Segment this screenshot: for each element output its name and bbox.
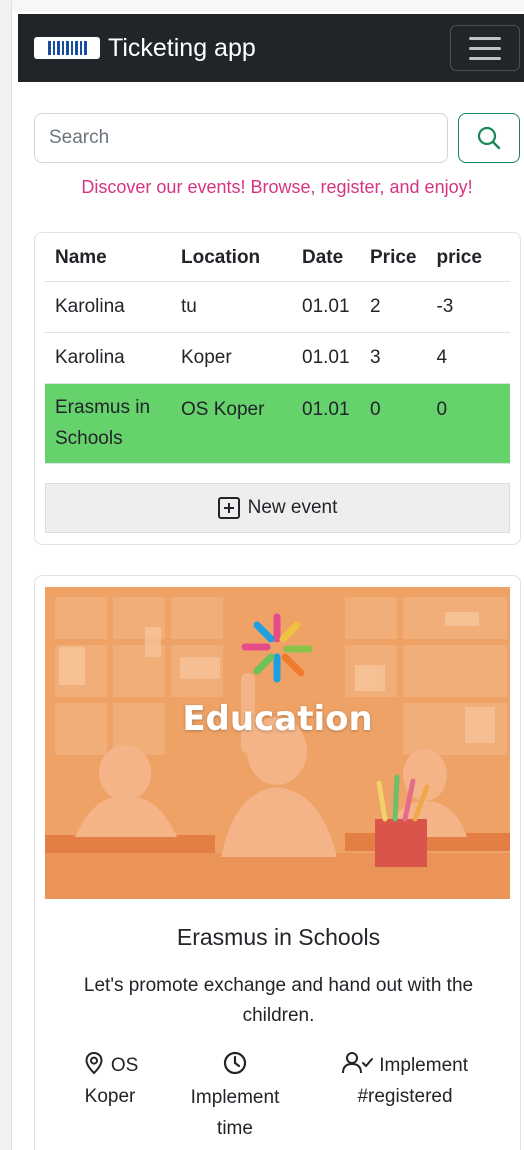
hamburger-icon[interactable] — [450, 25, 520, 71]
cell-location: tu — [171, 281, 292, 333]
cell-location: Koper — [171, 332, 292, 384]
cell-price-2: -3 — [426, 281, 510, 333]
geo-pin-icon — [85, 1051, 103, 1075]
event-image: Education — [45, 587, 510, 899]
table-row[interactable]: Karolina tu 01.01 2 -3 — [45, 281, 510, 333]
new-event-label: New event — [247, 497, 338, 518]
new-event-button[interactable]: New event — [45, 483, 510, 533]
tagline: Discover our events! Browse, register, a… — [81, 177, 473, 197]
column-header-price[interactable]: Price — [360, 235, 427, 282]
cell-location: OS Koper — [171, 383, 292, 464]
search-input[interactable] — [34, 113, 448, 163]
event-title: Erasmus in Schools — [176, 924, 381, 950]
search-icon — [477, 126, 501, 150]
ticket-logo-icon — [34, 37, 100, 59]
event-registered-text: Implement #registered — [357, 1055, 468, 1107]
app-title: Ticketing app — [108, 33, 256, 62]
cell-name: Karolina — [45, 332, 171, 384]
table-row-selected[interactable]: Erasmus in Schools OS Koper 01.01 0 0 — [45, 383, 510, 464]
cell-price: 3 — [360, 332, 427, 384]
event-time-text: Implement time — [190, 1087, 280, 1139]
person-check-icon — [342, 1052, 373, 1074]
page-edge-left — [0, 0, 12, 1150]
cell-price-2: 0 — [426, 383, 510, 464]
brand[interactable]: Ticketing app — [34, 34, 256, 63]
search-button[interactable] — [458, 113, 520, 163]
cell-price-2: 4 — [426, 332, 510, 384]
events-card: Name Location Date Price price Karolina … — [34, 232, 521, 545]
cell-price: 2 — [360, 281, 427, 333]
events-table: Name Location Date Price price Karolina … — [45, 235, 510, 464]
education-illustration — [45, 587, 510, 899]
navbar: Ticketing app — [18, 14, 524, 82]
cell-price: 0 — [360, 383, 427, 464]
table-header-row: Name Location Date Price price — [45, 235, 510, 282]
event-time: Implement time — [173, 1050, 297, 1144]
event-description: Let's promote exchange and hand out with… — [83, 975, 474, 1026]
image-caption: Education — [182, 699, 373, 739]
column-header-name[interactable]: Name — [45, 235, 171, 282]
cell-date: 01.01 — [292, 332, 360, 384]
cell-name: Karolina — [45, 281, 171, 333]
plus-square-icon — [217, 497, 240, 519]
cell-date: 01.01 — [292, 281, 360, 333]
column-header-location[interactable]: Location — [171, 235, 292, 282]
event-card[interactable]: Education Erasmus in Schools Let's promo… — [34, 575, 521, 1150]
table-row[interactable]: Karolina Koper 01.01 3 4 — [45, 332, 510, 384]
event-location: OS Koper — [67, 1050, 153, 1112]
column-header-price-2[interactable]: price — [426, 235, 510, 282]
clock-icon — [223, 1051, 247, 1075]
column-header-date[interactable]: Date — [292, 235, 360, 282]
cell-date: 01.01 — [292, 383, 360, 464]
cell-name: Erasmus in Schools — [45, 383, 171, 464]
event-registered: Implement #registered — [331, 1050, 479, 1112]
page-edge-top — [0, 0, 524, 12]
